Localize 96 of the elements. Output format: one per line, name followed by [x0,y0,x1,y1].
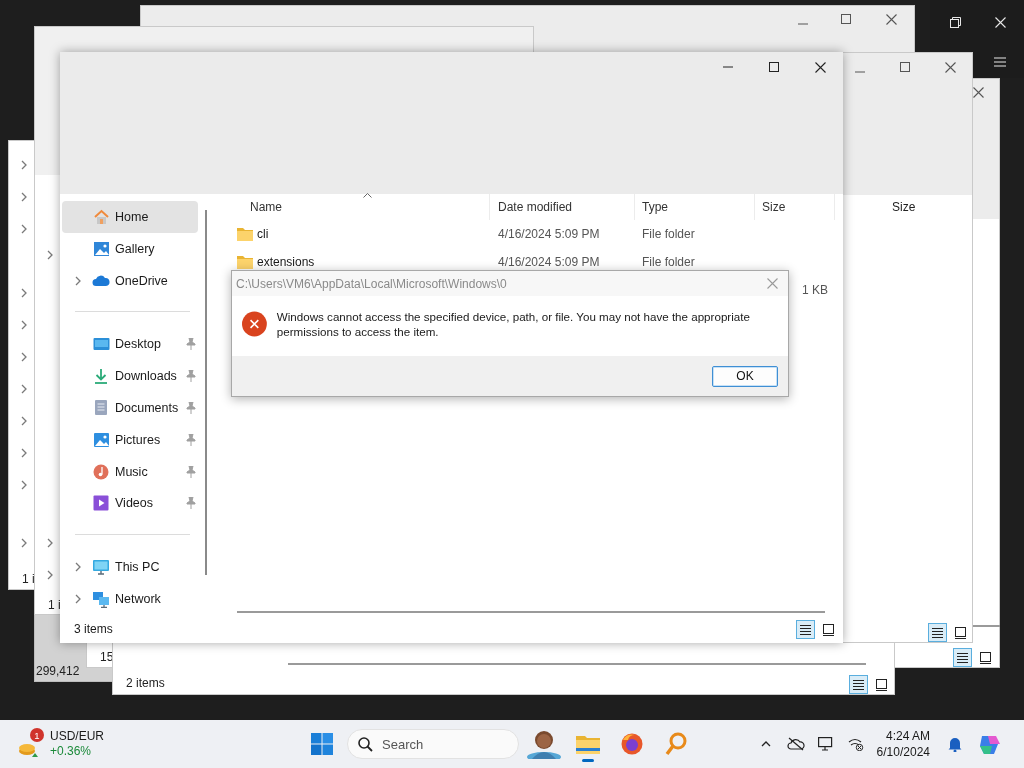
cloud-icon [92,274,110,287]
date-cell: 4/16/2024 5:09 PM [498,227,600,241]
file-name[interactable]: extensions [257,255,315,269]
details-view-icon[interactable] [849,675,868,694]
chevron-icon[interactable] [21,160,27,170]
pin-icon[interactable] [186,433,196,446]
widget-title[interactable]: USD/EUR [50,729,104,744]
gallery-icon [92,240,110,257]
status-text: 3 items [74,622,113,636]
column-header[interactable]: Size [892,200,916,214]
close-icon[interactable] [973,87,984,98]
chevron-icon[interactable] [75,562,81,573]
home-icon [92,208,110,225]
video-icon [93,495,109,512]
network-icon [92,590,110,608]
chevron-icon[interactable] [21,538,27,548]
document-icon [94,399,108,417]
chevron-icon[interactable] [47,250,53,260]
chevron-icon[interactable] [21,384,27,394]
status-text: 2 items [126,676,165,690]
chevron-icon[interactable] [21,320,27,330]
chevron-icon[interactable] [21,448,27,458]
file-name[interactable]: cli [257,227,269,241]
maximize-icon[interactable] [769,62,779,72]
details-view-icon[interactable] [953,648,972,667]
chevron-icon[interactable] [21,224,27,234]
sidebar-item[interactable]: OneDrive [62,264,198,297]
pin-icon[interactable] [186,497,196,510]
pin-icon[interactable] [186,465,196,478]
sidebar-item[interactable]: Gallery [62,232,198,265]
date-cell: 4/16/2024 5:09 PM [498,255,600,269]
magnifier-icon[interactable] [665,732,687,756]
sidebar-item[interactable]: Documents [62,392,198,424]
network-off-icon[interactable] [847,737,864,751]
search-field[interactable]: Search [347,729,519,759]
folder-icon [237,227,253,241]
chevron-up-icon[interactable] [760,741,771,747]
chevron-icon[interactable] [21,480,27,490]
pin-icon[interactable] [186,401,196,414]
sidebar-item[interactable]: Pictures [62,423,198,456]
close-icon[interactable] [886,14,897,25]
chevron-icon[interactable] [75,275,81,286]
bell-icon[interactable] [948,736,962,752]
folder-icon [237,255,253,269]
status-text: 1 i [48,598,61,612]
close-icon[interactable] [814,61,826,73]
browser-icon[interactable] [621,733,643,755]
download-icon [93,368,109,385]
type-cell: File folder [642,227,695,241]
maximize-icon[interactable] [841,14,851,24]
status-text: 299,412 [36,664,80,678]
cloud-off-icon[interactable] [786,737,805,751]
maximize-icon[interactable] [900,62,910,72]
sidebar-item[interactable]: This PC [62,551,198,584]
chevron-icon[interactable] [75,594,81,605]
sidebar-item[interactable]: Home [62,201,198,233]
search-icon [358,737,373,752]
person-icon[interactable] [526,729,562,759]
sidebar-item[interactable]: Downloads [62,360,198,393]
pin-icon[interactable] [186,338,196,351]
chevron-icon[interactable] [47,538,53,548]
monitor-icon [92,559,110,576]
chevron-icon[interactable] [47,570,53,580]
menu-icon[interactable] [994,57,1006,67]
sidebar-item[interactable]: Network [62,583,198,615]
size-cell: 1 KB [802,283,828,297]
column-header[interactable]: Date modified [498,200,573,214]
monitor-icon[interactable] [817,737,834,751]
restore-icon[interactable] [950,17,961,28]
column-header[interactable]: Size [762,200,786,214]
folder-icon[interactable] [576,734,600,754]
close-icon[interactable] [945,62,956,73]
pictures-icon [92,431,110,448]
windows-logo-icon[interactable] [311,733,333,755]
chevron-icon[interactable] [21,192,27,202]
details-view-icon[interactable] [928,623,947,642]
status-text: 1 i [22,572,35,586]
pin-icon[interactable] [186,370,196,383]
error-message: Windows cannot access the specified device, path, or file. You may not have the appropriate permissions to access the item. [276,309,751,339]
chevron-icon[interactable] [21,416,27,426]
clock[interactable]: 4:24 AM 6/10/2024 [870,728,940,760]
details-view-icon[interactable] [796,619,815,639]
column-header[interactable]: Name [250,200,282,214]
sidebar-item[interactable]: Videos [62,487,198,520]
chevron-icon[interactable] [21,288,27,298]
sidebar-item[interactable]: Music [62,455,198,488]
column-header[interactable]: Type [642,200,668,214]
chevron-icon[interactable] [21,352,27,362]
music-icon [93,463,109,480]
widget-change: +0.36% [50,744,93,759]
notification-badge: 1 [30,728,44,742]
desktop-icon [92,336,110,352]
sidebar-item[interactable]: Desktop [62,328,198,361]
dialog-title: C:\Users\VM6\AppData\Local\Microsoft\Windows\0 [236,276,507,291]
type-cell: File folder [642,255,695,269]
ok-button[interactable]: OK [712,365,778,387]
